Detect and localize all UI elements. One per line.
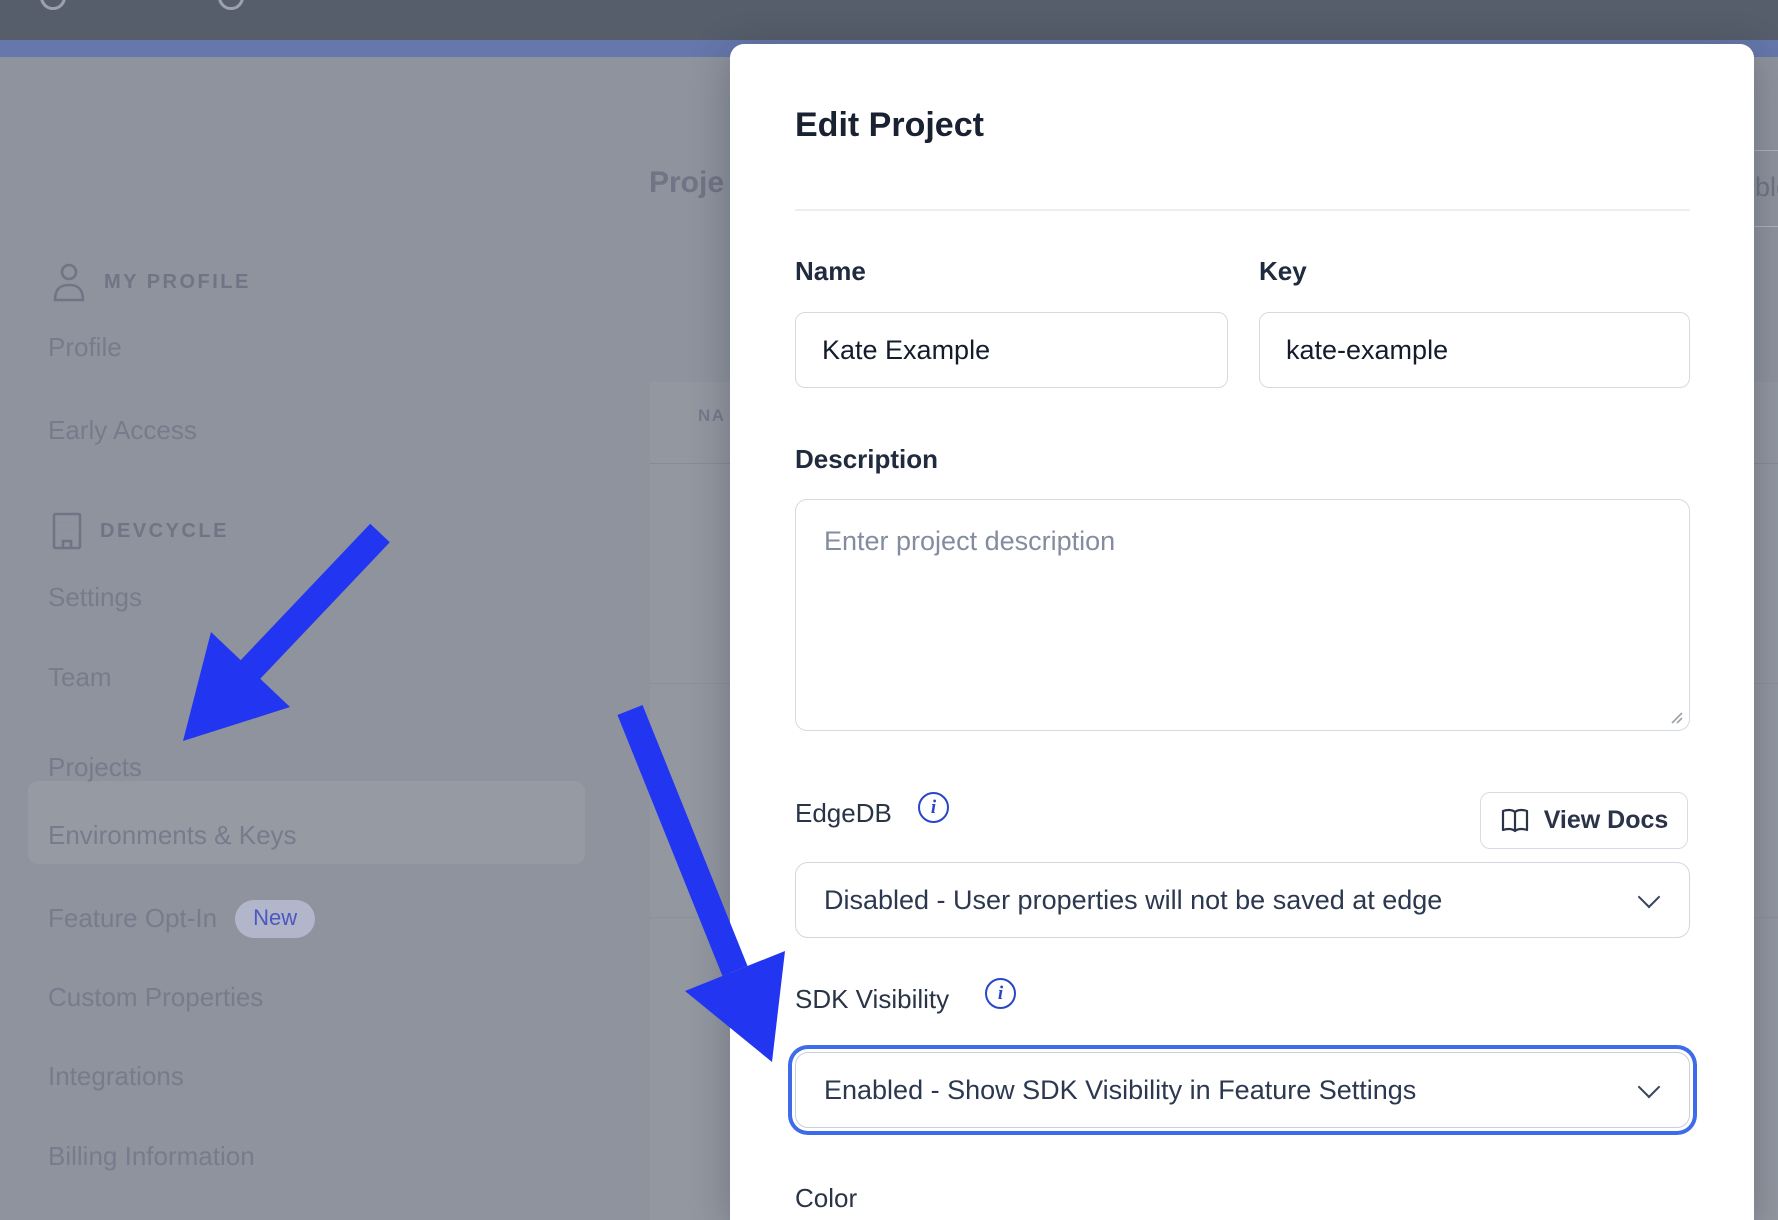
sidebar-section-devcycle: DEVCYCLE — [52, 512, 229, 550]
page-edge-line — [1754, 226, 1778, 227]
page-right-text-fragment: ble — [1755, 172, 1778, 203]
top-navigation-bar — [0, 0, 1778, 40]
description-textarea[interactable] — [795, 499, 1690, 731]
sidebar-section-label: DEVCYCLE — [100, 520, 229, 543]
resize-handle-icon[interactable] — [1666, 707, 1684, 725]
sdk-visibility-info-icon[interactable]: i — [985, 978, 1016, 1009]
chevron-down-icon — [1641, 887, 1659, 905]
page-title-projects-fragment: Proje — [649, 166, 724, 200]
info-icon-glyph: i — [931, 797, 936, 819]
building-icon — [52, 512, 82, 550]
table-column-header-fragment: NA — [698, 406, 726, 426]
edit-project-modal: Edit Project Name Key Description EdgeDB… — [730, 44, 1754, 1220]
sidebar-item-profile[interactable]: Profile — [48, 332, 122, 363]
edgedb-info-icon[interactable]: i — [918, 792, 949, 823]
modal-divider — [795, 209, 1690, 211]
book-icon — [1500, 808, 1530, 834]
key-label: Key — [1259, 256, 1307, 287]
color-label: Color — [795, 1183, 857, 1214]
sidebar-item-settings[interactable]: Settings — [48, 582, 142, 613]
key-input[interactable] — [1259, 312, 1690, 388]
edgedb-select[interactable]: Disabled - User properties will not be s… — [795, 862, 1690, 938]
chevron-down-icon — [1641, 1077, 1659, 1095]
sdk-visibility-selected-value: Enabled - Show SDK Visibility in Feature… — [824, 1075, 1416, 1106]
sidebar-item-label: Feature Opt-In — [48, 903, 217, 933]
sdk-visibility-label: SDK Visibility — [795, 984, 949, 1015]
name-input[interactable] — [795, 312, 1228, 388]
person-icon — [52, 262, 86, 302]
sidebar-item-integrations[interactable]: Integrations — [48, 1061, 184, 1092]
settings-sidebar: MY PROFILE Profile Early Access DEVCYCLE… — [0, 57, 643, 1220]
sidebar-item-early-access[interactable]: Early Access — [48, 415, 197, 446]
info-icon-glyph: i — [998, 983, 1003, 1005]
edgedb-selected-value: Disabled - User properties will not be s… — [824, 885, 1442, 916]
sidebar-item-billing-information[interactable]: Billing Information — [48, 1141, 255, 1172]
sidebar-section-label: MY PROFILE — [104, 271, 251, 294]
circle-avatar-icon — [218, 0, 244, 10]
sidebar-item-environments-keys[interactable]: Environments & Keys — [48, 820, 297, 851]
sidebar-item-projects[interactable]: Projects — [48, 752, 142, 783]
circle-logo-icon — [40, 0, 66, 10]
sidebar-item-feature-opt-in[interactable]: Feature Opt-In New — [48, 900, 315, 938]
modal-title: Edit Project — [795, 106, 984, 145]
new-badge: New — [235, 900, 315, 938]
name-label: Name — [795, 256, 866, 287]
edgedb-label: EdgeDB — [795, 798, 892, 829]
description-label: Description — [795, 444, 938, 475]
page-edge-line — [1754, 150, 1778, 151]
sidebar-item-custom-properties[interactable]: Custom Properties — [48, 982, 263, 1013]
view-docs-label: View Docs — [1544, 806, 1669, 835]
sidebar-section-my-profile: MY PROFILE — [52, 262, 251, 302]
sidebar-item-team[interactable]: Team — [48, 662, 112, 693]
view-docs-button[interactable]: View Docs — [1480, 792, 1688, 849]
sdk-visibility-select[interactable]: Enabled - Show SDK Visibility in Feature… — [795, 1052, 1690, 1128]
